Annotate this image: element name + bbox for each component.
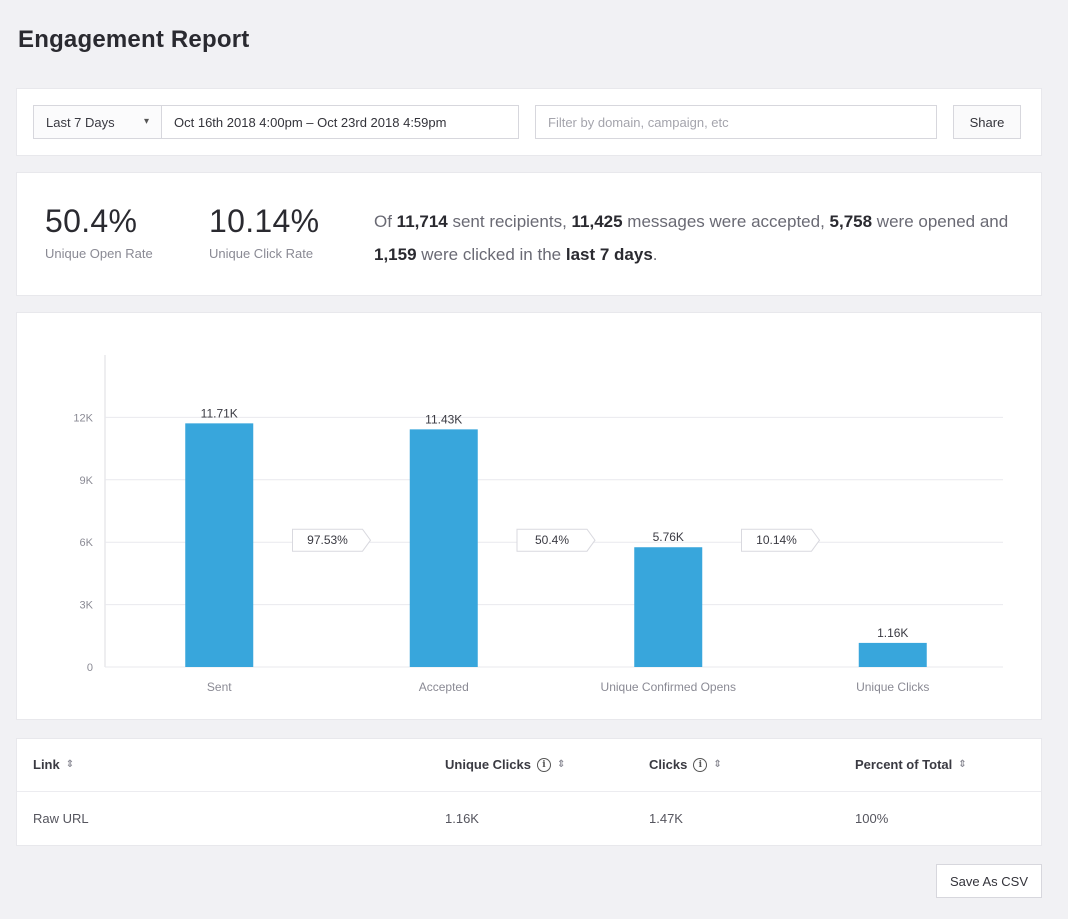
accepted-count: 11,425 [571,212,623,231]
column-header-link[interactable]: Link ⇕ [33,757,74,772]
open-rate-metric: 50.4% Unique Open Rate [45,203,153,261]
y-tick-label: 6K [80,537,94,549]
date-range-select-label: Last 7 Days [46,114,115,130]
bar [858,642,927,667]
x-tick-label: Sent [207,680,232,694]
x-tick-label: Accepted [419,680,469,694]
sort-desc-icon[interactable]: ⇕ [713,759,721,770]
y-tick-label: 12K [73,412,93,424]
x-tick-label: Unique Clicks [856,680,929,694]
date-range-select[interactable]: Last 7 Days ▾ [33,105,161,139]
summary-panel: 50.4% Unique Open Rate 10.14% Unique Cli… [16,172,1042,296]
conversion-label: 10.14% [756,533,797,547]
y-tick-label: 3K [80,600,94,612]
conversion-label: 50.4% [535,533,569,547]
cell-unique-clicks: 1.16K [445,811,479,826]
bar [185,423,254,667]
search-input[interactable] [535,105,937,139]
opened-count: 5,758 [829,212,873,231]
links-table: Link ⇕ Unique Clicks i ⇕ Clicks i ⇕ Perc… [16,738,1042,846]
sort-icon[interactable]: ⇕ [66,759,74,770]
y-tick-label: 0 [87,662,93,674]
engagement-chart-panel: 0 3K 6K 9K 12K 11.71K Sent 11.43K Accepted 5.76K U… [16,312,1042,720]
page-title: Engagement Report [18,26,250,53]
data-label: 11.71K [201,406,238,420]
data-label: 11.43K [425,412,462,426]
click-rate-label: Unique Click Rate [209,246,314,261]
row-divider [17,791,1041,792]
save-as-csv-button[interactable]: Save As CSV [936,864,1042,898]
column-header-percent-of-total[interactable]: Percent of Total ⇕ [855,757,967,772]
open-rate-label: Unique Open Rate [45,246,153,261]
x-tick-label: Unique Confirmed Opens [601,680,736,694]
summary-sentence: Of 11,714 sent recipients, 11,425 messag… [374,212,1009,264]
period-label: last 7 days [565,245,653,264]
date-range-field[interactable]: Oct 16th 2018 4:00pm – Oct 23rd 2018 4:5… [161,105,519,139]
engagement-bar-chart: 0 3K 6K 9K 12K 11.71K Sent 11.43K Accepted 5.76K U… [73,355,1003,694]
chevron-down-icon: ▾ [143,116,149,127]
column-header-unique-clicks[interactable]: Unique Clicks i ⇕ [445,757,565,772]
sort-icon[interactable]: ⇕ [557,759,565,770]
y-tick-label: 9K [80,475,94,487]
conversion-label: 97.53% [307,533,348,547]
data-label: 5.76K [653,530,684,544]
cell-percent-of-total: 100% [855,811,889,826]
cell-clicks: 1.47K [649,811,683,826]
info-icon[interactable]: i [536,757,551,772]
share-button[interactable]: Share [953,105,1021,139]
data-label: 1.16K [877,626,908,640]
filter-bar: Last 7 Days ▾ Oct 16th 2018 4:00pm – Oct… [16,88,1042,156]
column-header-clicks[interactable]: Clicks i ⇕ [649,757,722,772]
click-rate-metric: 10.14% Unique Click Rate [209,203,319,261]
info-icon[interactable]: i [693,757,708,772]
open-rate-value: 50.4% [45,203,138,239]
click-rate-value: 10.14% [209,203,320,239]
cell-link: Raw URL [33,811,89,826]
bar [634,547,703,667]
sort-icon[interactable]: ⇕ [958,759,966,770]
bar [409,429,478,667]
clicked-count: 1,159 [374,245,417,264]
sent-count: 11,714 [396,212,448,231]
